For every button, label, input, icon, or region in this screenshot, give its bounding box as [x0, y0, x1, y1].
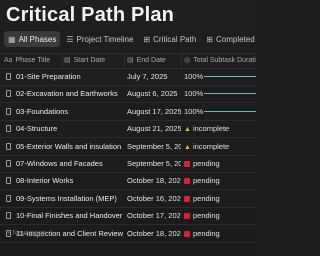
pending-icon [184, 213, 190, 220]
page-icon [6, 107, 11, 115]
tab-label: Critical Path [153, 34, 197, 44]
tab-label: All Phases [18, 34, 57, 44]
text-property-icon: Aa [4, 57, 13, 64]
total-cell[interactable]: ▲ incomplete [184, 120, 256, 137]
new-page-button[interactable]: + New page [6, 228, 46, 237]
page-icon [6, 73, 11, 80]
end-date-cell[interactable]: October 18, 2025 [127, 225, 181, 242]
view-tabs: ▦ All Phases ☰ Project Timeline ⊞ Critic… [4, 30, 256, 48]
phase-title-cell[interactable]: 08-Interior Works [16, 172, 124, 189]
phase-title-cell[interactable]: 07-Windows and Facades [16, 155, 124, 172]
tab-label: Completed Phases [215, 34, 256, 44]
total-value: pending [193, 193, 220, 203]
page-icon [6, 194, 11, 202]
total-value: pending [193, 159, 220, 168]
progress-bar [204, 93, 256, 95]
page-icon [6, 90, 11, 98]
phase-title-cell[interactable]: 10-Final Finishes and Handover [16, 207, 124, 224]
page-title: Critical Path Plan [6, 4, 175, 26]
total-value: incomplete [192, 141, 230, 151]
table-row[interactable]: 01-Site Preparation July 7, 2025 100% [0, 68, 256, 86]
phase-title-cell[interactable]: 04-Structure [16, 120, 124, 137]
progress-bar [204, 76, 256, 77]
phase-title-cell[interactable]: 03-Foundations [16, 103, 124, 120]
end-date-cell[interactable]: September 5, 202 [127, 155, 181, 172]
total-value: pending [193, 228, 220, 238]
column-header-end-date[interactable]: ▤ End Date [127, 54, 181, 68]
database-page: Critical Path Plan ▦ All Phases ☰ Projec… [0, 0, 256, 256]
end-date-cell[interactable]: August 6, 2025 [127, 85, 181, 102]
end-date-cell[interactable]: July 7, 2025 [127, 68, 181, 85]
page-icon [6, 212, 11, 220]
pending-icon [184, 161, 190, 167]
end-date-cell[interactable]: August 21, 2025 [127, 120, 181, 137]
total-cell[interactable]: pending [184, 172, 256, 189]
tab-project-timeline[interactable]: ☰ Project Timeline [62, 31, 137, 47]
warning-icon: ▲ [184, 143, 191, 151]
total-cell[interactable]: pending [184, 207, 256, 224]
end-date-cell[interactable]: September 5, 202 [127, 138, 181, 155]
page-icon [6, 160, 11, 167]
pending-icon [184, 178, 190, 185]
tab-label: Project Timeline [76, 34, 134, 44]
page-icon [6, 177, 11, 185]
total-cell[interactable]: ▲ incomplete [184, 138, 256, 155]
end-date-cell[interactable]: October 16, 2025 [127, 190, 181, 207]
table-row[interactable]: 08-Interior Works October 18, 2025 pending [0, 172, 256, 191]
table-row[interactable]: 10-Final Finishes and Handover October 17… [0, 207, 256, 226]
sum-icon: ◎ [184, 57, 191, 64]
phase-title-cell[interactable]: 01-Site Preparation [16, 68, 124, 85]
table-row[interactable]: 05-Exterior Walls and insulation Septembe… [0, 138, 256, 156]
tab-critical-path[interactable]: ⊞ Critical Path [139, 31, 200, 47]
end-date-cell[interactable]: October 17, 2025 [127, 207, 181, 224]
end-date-cell[interactable]: October 18, 2025 [127, 172, 181, 189]
total-cell[interactable]: pending [184, 155, 256, 172]
table-row[interactable]: 03-Foundations August 17, 2025 100% [0, 103, 256, 121]
table-icon: ⊞ [206, 34, 213, 44]
total-cell[interactable]: pending [184, 225, 256, 242]
tab-all-phases[interactable]: ▦ All Phases [4, 31, 61, 47]
phase-title-cell[interactable]: 09-Systems Installation (MEP) [16, 190, 124, 207]
column-header-phase-title[interactable]: Aa Phase Title [4, 54, 62, 68]
calendar-icon: ▤ [127, 57, 134, 64]
table-row[interactable]: 09-Systems Installation (MEP) October 16,… [0, 190, 256, 208]
phase-title-cell[interactable]: 02-Excavation and Earthworks [16, 85, 124, 102]
warning-icon: ▲ [184, 126, 191, 134]
total-value: 100% [184, 106, 204, 116]
total-cell[interactable]: pending [184, 190, 256, 207]
table-row[interactable]: 07-Windows and Facades September 5, 202 pe… [0, 155, 256, 173]
total-value: pending [193, 176, 220, 186]
page-icon [6, 142, 11, 150]
pending-icon [184, 230, 190, 237]
page-icon [6, 125, 11, 133]
table-row[interactable]: 04-Structure August 21, 2025 ▲ incomplete [0, 120, 256, 139]
timeline-icon: ☰ [66, 34, 74, 44]
calendar-icon: ▤ [64, 57, 71, 64]
total-value: 100% [184, 72, 204, 81]
table-icon: ⊞ [143, 34, 151, 44]
phase-title-cell[interactable]: 05-Exterior Walls and insulation [16, 138, 124, 155]
column-header-start-date[interactable]: ▤ Start Date [64, 54, 122, 68]
column-header-total[interactable]: ◎ Total Subtask Duratic [184, 54, 256, 68]
progress-bar [204, 110, 256, 112]
pending-icon [184, 195, 190, 202]
end-date-cell[interactable]: August 17, 2025 [127, 103, 181, 120]
grid-icon: ▦ [8, 34, 16, 44]
table-header: Aa Phase Title ▤ Start Date ▤ End Date ◎ Total … [0, 53, 256, 69]
tab-completed-phases[interactable]: ⊞ Completed Phases [202, 31, 256, 47]
table-row[interactable]: 02-Excavation and Earthworks August 6, 20… [0, 85, 256, 104]
total-value: pending [193, 211, 220, 221]
total-value: incomplete [192, 124, 230, 134]
total-value: 100% [184, 89, 204, 99]
